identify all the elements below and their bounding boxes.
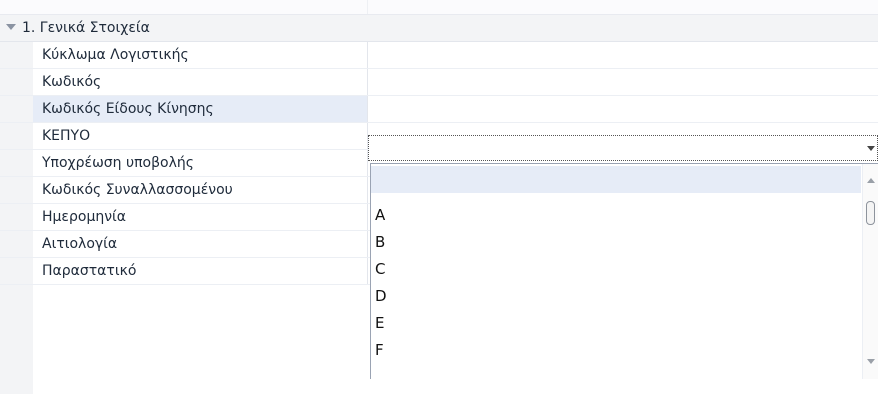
dropdown-option[interactable]: B <box>371 229 861 256</box>
dropdown-caret-icon[interactable] <box>867 146 875 151</box>
property-value[interactable] <box>367 69 878 95</box>
property-name: Κύκλωμα Λογιστικής <box>42 47 189 63</box>
kodikos-eidous-kinisis-combo[interactable] <box>368 135 878 161</box>
property-row-kodikos-eidous-kinisis[interactable]: Κωδικός Είδους Κίνησης <box>0 96 878 123</box>
property-name: Υποχρέωση υποβολής <box>42 155 194 171</box>
category-row[interactable]: 1. Γενικά Στοιχεία <box>0 15 878 42</box>
dropdown-option[interactable]: E <box>371 310 861 337</box>
column-divider <box>367 0 368 14</box>
property-name: Κωδικός <box>42 74 102 90</box>
property-row-kodikos[interactable]: Κωδικός <box>0 69 878 96</box>
scroll-up-arrow-icon[interactable] <box>867 178 875 183</box>
dropdown-option[interactable]: A <box>371 202 861 229</box>
property-name: Κωδικός Είδους Κίνησης <box>33 96 367 122</box>
grid-header-strip <box>0 0 878 15</box>
property-name: Κωδικός Συναλλασσομένου <box>42 182 233 198</box>
category-label: 1. Γενικά Στοιχεία <box>22 20 150 36</box>
dropdown-option[interactable]: D <box>371 283 861 310</box>
dropdown-list[interactable]: A B C D E F <box>370 163 878 379</box>
property-value[interactable] <box>367 96 878 122</box>
property-value[interactable] <box>367 42 878 68</box>
property-name: Ημερομηνία <box>42 209 127 225</box>
dropdown-option[interactable]: C <box>371 256 861 283</box>
scroll-down-arrow-icon[interactable] <box>867 359 875 364</box>
dropdown-option[interactable]: F <box>371 337 861 364</box>
property-name: ΚΕΠΥΟ <box>42 128 91 144</box>
property-row-kykloma[interactable]: Κύκλωμα Λογιστικής <box>0 42 878 69</box>
property-name: Παραστατικό <box>42 263 137 279</box>
collapse-arrow-icon[interactable] <box>6 24 16 30</box>
dropdown-option[interactable] <box>371 166 861 193</box>
scroll-thumb[interactable] <box>866 201 875 225</box>
dropdown-scrollbar[interactable] <box>862 164 878 379</box>
property-name: Αιτιολογία <box>42 236 118 252</box>
